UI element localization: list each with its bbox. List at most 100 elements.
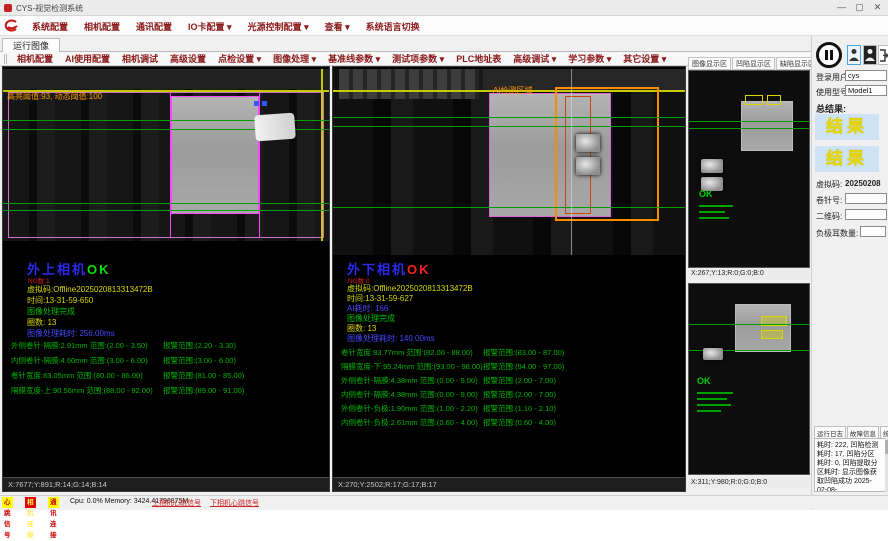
- measure-line: [333, 117, 685, 118]
- menu-item[interactable]: 系统配置: [24, 20, 76, 33]
- edge-line-left: [170, 92, 171, 238]
- tab-run-image[interactable]: 运行图像: [2, 38, 60, 53]
- pause-icon: [825, 50, 828, 60]
- toolbar-item[interactable]: 相机调试: [116, 52, 164, 65]
- status-badge: 心跳信号: [2, 497, 13, 508]
- toolbar-item[interactable]: 测试项参数 ▾: [386, 52, 450, 65]
- toolbar-item[interactable]: 基准线参数 ▾: [322, 52, 386, 65]
- measurement-value: 内侧卷针-隔膜:4.38mm 范围:(0.00 - 9.00): [341, 390, 478, 399]
- tab-stack-spot: [576, 157, 600, 175]
- user-login-button[interactable]: [847, 45, 861, 65]
- marker-blue: [262, 101, 267, 106]
- tab-stack-spot: [701, 159, 723, 173]
- mini-text-line: [699, 205, 733, 207]
- measure-line: [689, 121, 809, 122]
- menu-item[interactable]: 系统语言切换: [358, 20, 428, 33]
- measure-line: [689, 324, 809, 325]
- status-badge: 相机连接: [25, 497, 36, 508]
- toolbar-item[interactable]: 点检设置 ▾: [212, 52, 267, 65]
- control-side-panel: 登录用户: 使用型号: 总结果: 结果 结果 虚拟码: 20250208 卷针号…: [811, 36, 888, 510]
- measure-line: [333, 207, 685, 208]
- toolbar-item[interactable]: 相机配置: [11, 52, 59, 65]
- menu-item[interactable]: 相机配置: [76, 20, 128, 33]
- camera-image-upper[interactable]: 高亮阈值:93, 动态阈值:100: [3, 69, 329, 241]
- toolbar-item[interactable]: 学习参数 ▾: [562, 52, 617, 65]
- pause-button[interactable]: [816, 42, 842, 68]
- annotation-box-yellow: [761, 330, 783, 339]
- qr-code-field[interactable]: [845, 209, 887, 220]
- menu-item[interactable]: 通讯配置: [128, 20, 180, 33]
- view-tab-row: 运行图像: [0, 36, 888, 52]
- minimize-button[interactable]: —: [833, 1, 850, 14]
- elapsed-line: 图像处理耗时: 140.00ms: [347, 333, 435, 344]
- toolbar-item[interactable]: 图像处理 ▾: [267, 52, 322, 65]
- login-user-field[interactable]: [845, 70, 887, 81]
- toolbar-grip[interactable]: [4, 54, 7, 64]
- toolbar-item[interactable]: 高级调试 ▾: [507, 52, 562, 65]
- upper-camera-heartbeat: 上相机心跳信号: [152, 498, 201, 508]
- alarm-range: 报警范围:(2.00 - 7.00): [483, 389, 556, 400]
- pin-number-field[interactable]: [845, 193, 887, 204]
- alarm-range: 报警范围:(83.00 - 87.00): [483, 347, 564, 358]
- display-area-tab[interactable]: 凹陷显示区: [732, 57, 775, 70]
- inner-roi-rectangle: [565, 96, 591, 214]
- measurement-row: 内侧卷针-隔膜:4.38mm 范围:(0.00 - 9.00) 报警范围:(2.…: [341, 389, 683, 403]
- menu-item[interactable]: 查看 ▾: [317, 20, 358, 33]
- measurement-row: 外侧卷针-负极:1.90mm 范围:(1.00 - 2.20) 报警范围:(1.…: [341, 403, 683, 417]
- battery-cell-mini: [735, 304, 791, 352]
- ai-region-label: AI检测区域: [493, 85, 533, 96]
- measurement-value: 隔膜宽度-下:95.24mm 范围:(93.00 - 98.00): [341, 362, 483, 371]
- menu-item[interactable]: 光源控制配置 ▾: [240, 20, 317, 33]
- status-badge: 通讯连接: [48, 497, 59, 508]
- app-logo-icon: [3, 18, 19, 34]
- tab-count-label: 负极耳数量:: [816, 228, 858, 239]
- user-account-button[interactable]: [863, 45, 877, 65]
- exit-button[interactable]: [878, 45, 888, 65]
- display-area-tabs: 图像显示区凹陷显示区缺陷显示区: [688, 57, 810, 70]
- pause-icon: [830, 50, 833, 60]
- close-button[interactable]: ✕: [869, 1, 886, 14]
- status-bar: 心跳信号相机连接通讯连接 Cpu: 0.0% Memory: 3424.4179…: [0, 495, 888, 509]
- pixel-coords-bar-mini: X:311;Y:980;R:0;G:0;B:0: [688, 477, 810, 489]
- measurement-value: 内侧卷针-负极:2.61mm 范围:(0.60 - 4.00): [341, 418, 478, 427]
- virtual-code-label: 虚拟码:: [816, 179, 842, 190]
- menu-item[interactable]: IO卡配置 ▾: [180, 20, 240, 33]
- toolbar-item[interactable]: 高级设置: [164, 52, 212, 65]
- menu: 系统配置相机配置通讯配置IO卡配置 ▾光源控制配置 ▾查看 ▾系统语言切换: [24, 16, 428, 36]
- measurement-row: 卷针宽度:83.05mm 范围:(80.00 - 86.00) 报警范围:(81…: [11, 370, 327, 385]
- camera-status: OK: [407, 262, 431, 277]
- log-output: 耗时: 222, 凹陷检测耗时: 17, 凹陷分区耗时: 0, 凹陷提取分区耗时…: [814, 438, 887, 492]
- window-title: CYS-视觉检测系统: [16, 3, 83, 14]
- application-window: CYS-视觉检测系统 — ▢ ✕ 系统配置相机配置通讯配置IO卡配置 ▾光源控制…: [0, 0, 888, 510]
- camera-image-lower[interactable]: AI检测区域: [333, 69, 685, 255]
- process-done-line: 图像处理完成: [27, 306, 75, 317]
- measurement-value: 卷针宽度:83.05mm 范围:(80.00 - 86.00): [11, 371, 143, 380]
- measurement-row: 隔膜宽度-上:90.56mm 范围:(88.00 - 92.00) 报警范围:(…: [11, 385, 327, 400]
- alarm-range: 报警范围:(94.00 - 97.00): [483, 361, 564, 372]
- mini-status: OK: [699, 189, 713, 199]
- mini-text-line: [697, 404, 731, 406]
- toolbar-item[interactable]: AI使用配置: [59, 52, 116, 65]
- toolbar-item[interactable]: 其它设置 ▾: [617, 52, 672, 65]
- measurement-value: 外侧卷针-负极:1.90mm 范围:(1.00 - 2.20): [341, 404, 478, 413]
- thumbnail-view-1[interactable]: OK: [688, 70, 810, 268]
- thumbnail-view-2[interactable]: OK: [688, 283, 810, 475]
- pixel-coords-bar: X:7677;Y:891;R:14;G:14;B:14: [3, 477, 329, 491]
- machine-block: [339, 69, 479, 99]
- result-badge-2: 结果: [815, 146, 879, 172]
- mini-text-line: [697, 410, 721, 412]
- user-login-icon: [849, 48, 859, 62]
- camera-panel-lower: AI检测区域 外下相机OK NG数:0 虚拟码:Offline202502081…: [332, 66, 686, 492]
- measurement-value: 内侧卷针-隔膜:4.60mm 范围:(3.00 - 6.00): [11, 356, 148, 365]
- toolbar-item[interactable]: PLC地址表: [450, 52, 507, 65]
- turns-count-line: 圈数: 13: [27, 317, 56, 328]
- mini-text-line: [697, 398, 727, 400]
- virtual-code-line: 虚拟码:Offline2025020813313472B: [27, 284, 153, 295]
- mini-text-line: [699, 217, 729, 219]
- tab-count-field[interactable]: [860, 226, 886, 237]
- measurement-value: 卷针宽度:83.77mm 范围:(82.00 - 88.00): [341, 348, 473, 357]
- model-field[interactable]: [845, 85, 887, 96]
- maximize-button[interactable]: ▢: [851, 1, 868, 14]
- measurement-rows: 外侧卷针-隔膜:2.91mm 范围:(2.00 - 3.50) 报警范围:(2.…: [11, 340, 327, 400]
- display-area-tab[interactable]: 图像显示区: [688, 57, 731, 70]
